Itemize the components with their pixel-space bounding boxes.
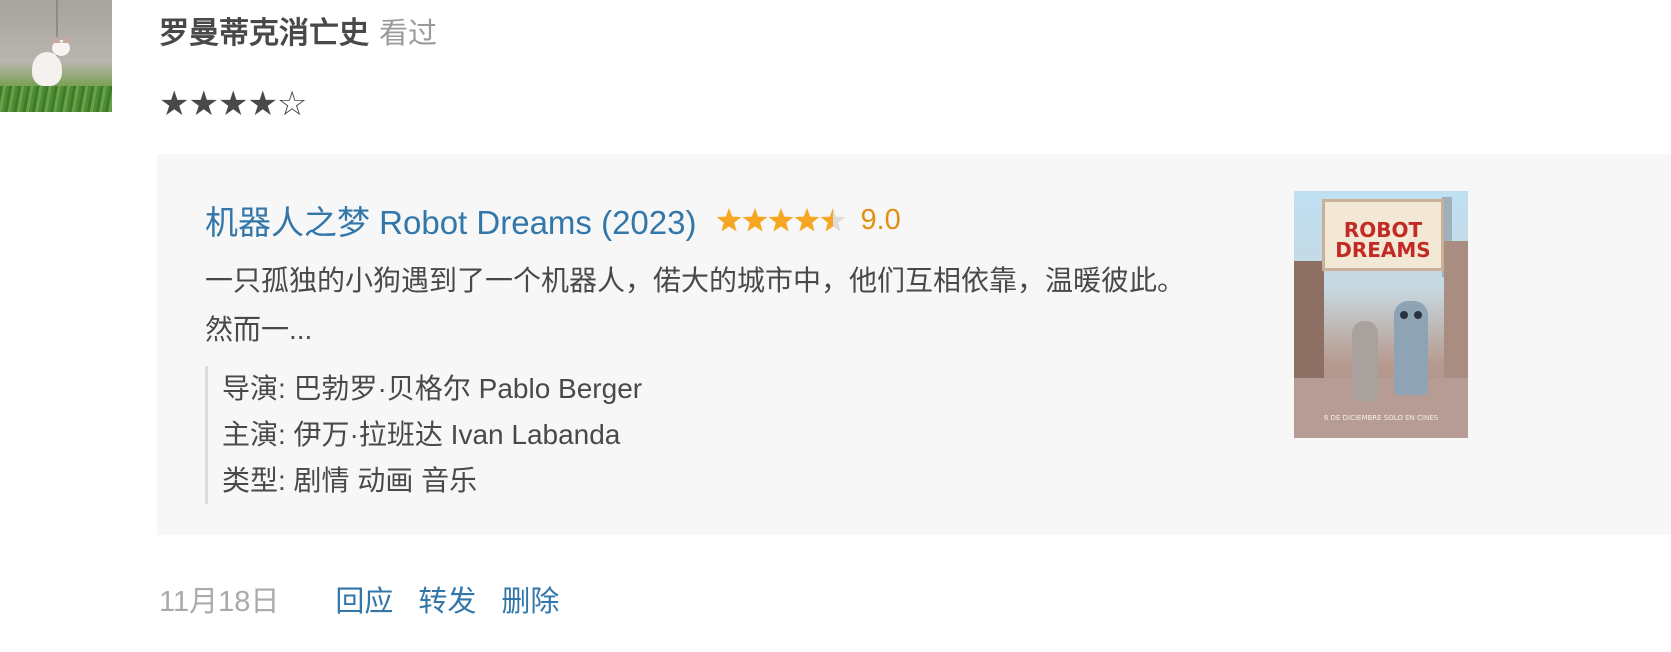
movie-cast: 主演: 伊万·拉班达 Ivan Labanda [222,419,621,450]
status-footer: 11月18日 回应 转发 删除 [159,578,584,620]
user-rating-stars: ★★★★☆ [159,84,307,124]
user-name-link[interactable]: 罗曼蒂克消亡史 [159,8,369,52]
movie-card: 机器人之梦 Robot Dreams (2023) 9.0 一只孤独的小狗遇到了… [157,154,1671,535]
movie-description: 一只孤独的小狗遇到了一个机器人，偌大的城市中，他们互相依靠，温暖彼此。然而一..… [205,265,1186,345]
poster-caption: 6 DE DICIEMBRE SOLO EN CINES [1323,414,1439,422]
movie-title-link[interactable]: 机器人之梦 Robot Dreams (2023) [205,196,696,244]
avatar-cat-ear [62,36,70,43]
poster-marquee: ROBOT DREAMS [1322,199,1444,271]
movie-score: 9.0 [860,203,901,236]
forward-link[interactable]: 转发 [418,578,476,620]
reply-link[interactable]: 回应 [335,578,393,620]
avatar-cat-ear [53,36,61,43]
movie-star-2 [743,208,768,232]
movie-poster-image[interactable]: ROBOT DREAMS 6 DE DICIEMBRE SOLO EN CINE… [1294,191,1468,438]
movie-rating-stars-icon [716,205,846,235]
poster-street [1294,378,1468,438]
movie-star-5 [821,208,846,232]
user-line: 罗曼蒂克消亡史 看过 [159,8,437,50]
movie-genre: 类型: 剧情 动画 音乐 [222,465,478,496]
avatar-grass [0,86,112,112]
movie-stars-svg [717,208,846,232]
status-item: 罗曼蒂克消亡史 看过 ★★★★☆ 机器人之梦 Robot Dreams (202… [0,0,1671,652]
poster-robot-eye [1400,311,1408,319]
poster-robot-eye [1414,311,1422,319]
movie-star-4 [795,208,820,232]
movie-title-line: 机器人之梦 Robot Dreams (2023) 9.0 [205,196,901,244]
poster-dog [1352,321,1378,401]
movie-meta: 导演: 巴勃罗·贝格尔 Pablo Berger 主演: 伊万·拉班达 Ivan… [205,366,642,504]
avatar-cat-body [32,52,62,86]
poster-title: ROBOT DREAMS [1331,220,1435,260]
delete-link[interactable]: 删除 [501,578,559,620]
movie-star-1 [717,208,742,232]
status-time: 11月18日 [159,586,280,618]
poster-title-line2: DREAMS [1335,238,1431,262]
avatar[interactable] [0,0,112,112]
movie-director: 导演: 巴勃罗·贝格尔 Pablo Berger [222,373,643,404]
movie-star-3 [769,208,794,232]
action-text: 看过 [379,18,438,50]
